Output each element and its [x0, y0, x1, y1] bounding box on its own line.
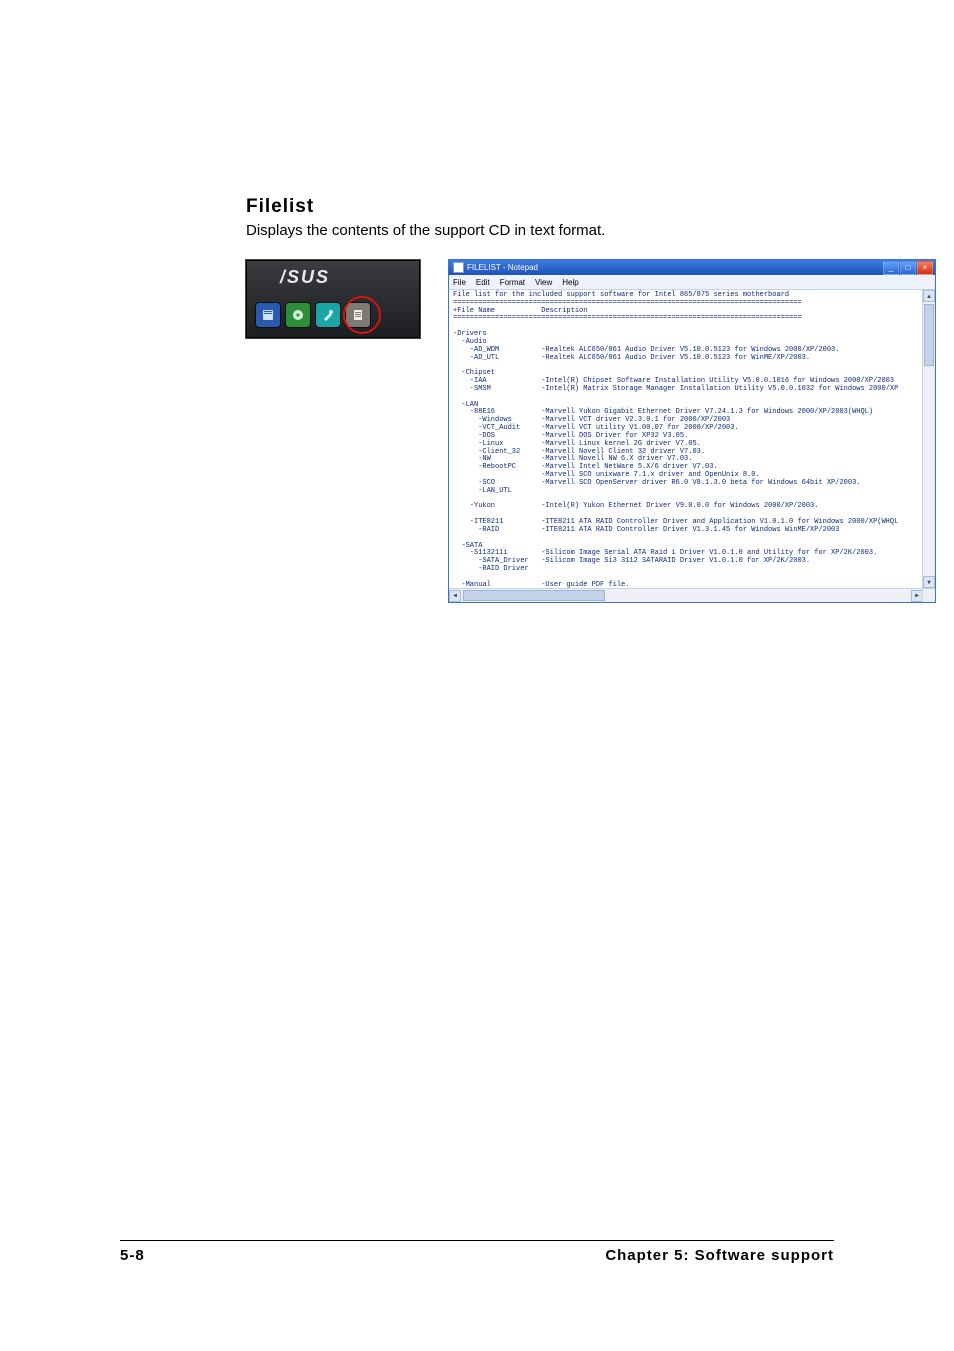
menu-view[interactable]: View	[535, 278, 552, 287]
page-icon[interactable]	[346, 303, 370, 327]
scrollbar-horizontal[interactable]: ◀ ▶	[449, 588, 923, 602]
scroll-left-icon[interactable]: ◀	[449, 590, 461, 602]
close-button[interactable]: ×	[917, 261, 933, 275]
menu-file[interactable]: File	[453, 278, 466, 287]
notepad-doc-icon	[453, 262, 464, 273]
menu-edit[interactable]: Edit	[476, 278, 490, 287]
asus-icon-row	[246, 294, 420, 336]
scroll-down-icon[interactable]: ▼	[923, 576, 935, 588]
notepad-window: FILELIST - Notepad _ □ × File Edit Forma…	[448, 259, 936, 603]
window-controls: _ □ ×	[883, 261, 933, 275]
scroll-up-icon[interactable]: ▲	[923, 290, 935, 302]
tool-icon[interactable]	[316, 303, 340, 327]
disc-icon[interactable]	[286, 303, 310, 327]
page-number: 5-8	[120, 1247, 145, 1264]
asus-logo: /SUS	[280, 267, 330, 288]
notepad-title: FILELIST - Notepad	[467, 263, 538, 272]
scroll-h-track[interactable]	[461, 589, 911, 602]
menu-help[interactable]: Help	[562, 278, 578, 287]
scroll-v-track[interactable]	[923, 302, 935, 576]
minimize-button[interactable]: _	[883, 261, 899, 275]
menu-format[interactable]: Format	[500, 278, 525, 287]
chapter-label: Chapter 5: Software support	[605, 1247, 834, 1264]
book-icon[interactable]	[256, 303, 280, 327]
scroll-corner	[922, 588, 935, 602]
page-footer: 5-8 Chapter 5: Software support	[120, 1240, 834, 1264]
notepad-menubar: File Edit Format View Help	[449, 275, 935, 290]
section-heading: Filelist	[246, 196, 314, 218]
section-description: Displays the contents of the support CD …	[246, 222, 605, 239]
scroll-v-thumb[interactable]	[924, 304, 934, 366]
scrollbar-vertical[interactable]: ▲ ▼	[922, 290, 935, 588]
asus-card: /SUS	[245, 259, 421, 339]
scroll-h-thumb[interactable]	[463, 590, 605, 601]
asus-logo-row: /SUS	[246, 260, 420, 294]
notepad-titlebar: FILELIST - Notepad _ □ ×	[449, 260, 935, 275]
maximize-button[interactable]: □	[900, 261, 916, 275]
notepad-body: File list for the included support softw…	[449, 290, 935, 602]
notepad-text[interactable]: File list for the included support softw…	[449, 290, 935, 602]
